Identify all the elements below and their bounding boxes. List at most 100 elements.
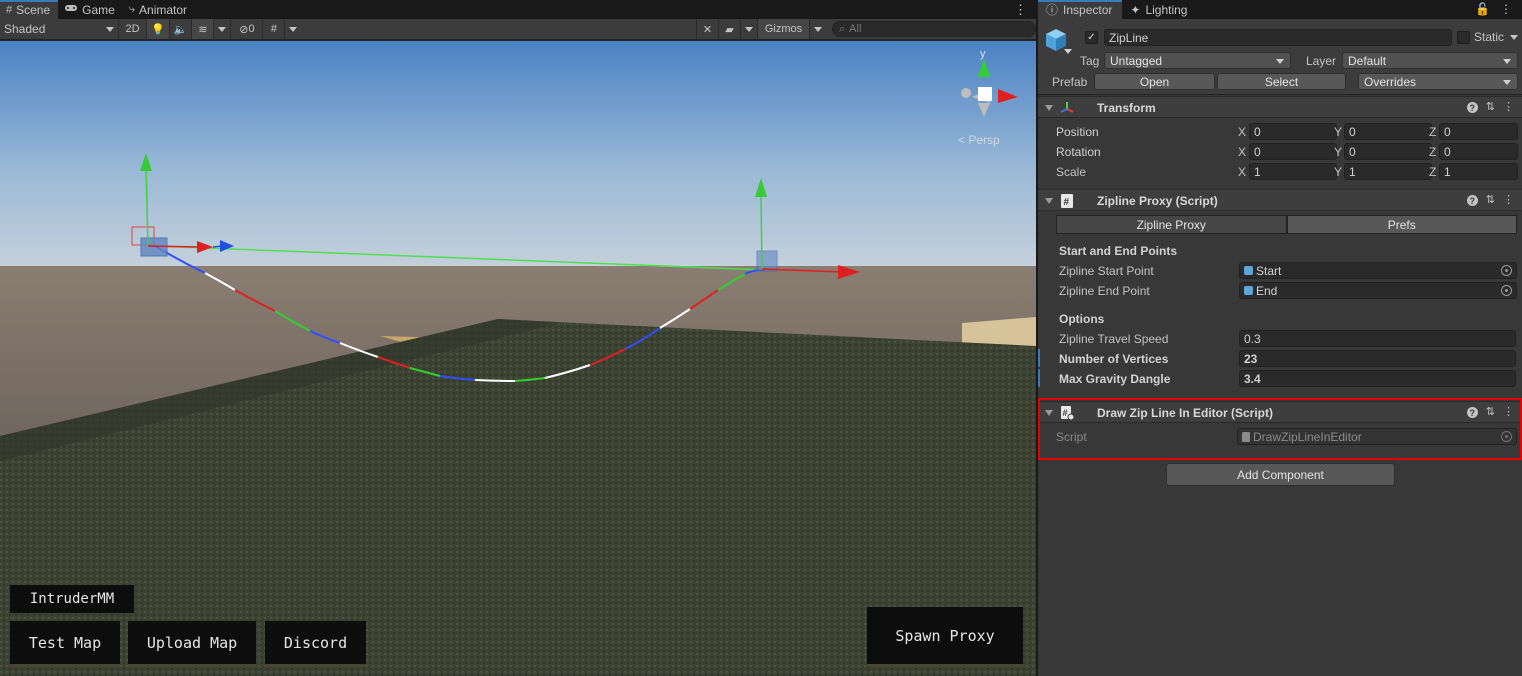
tab-animator[interactable]: ⤷ Animator bbox=[123, 0, 195, 19]
spawn-proxy-button[interactable]: Spawn Proxy bbox=[867, 607, 1023, 667]
help-icon[interactable]: ? bbox=[1466, 195, 1478, 206]
foldout-arrow-icon[interactable] bbox=[1045, 105, 1053, 111]
position-z-field[interactable]: 0 bbox=[1439, 123, 1518, 140]
gamepad-icon bbox=[64, 3, 78, 16]
static-checkbox[interactable] bbox=[1457, 31, 1470, 44]
effects-dropdown[interactable] bbox=[213, 19, 230, 39]
camera-dropdown[interactable] bbox=[740, 19, 757, 39]
presets-icon[interactable]: ⇅ bbox=[1486, 405, 1495, 418]
tab-game[interactable]: Game bbox=[58, 0, 123, 19]
discord-button[interactable]: Discord bbox=[265, 621, 366, 667]
rotation-x-field[interactable]: 0 bbox=[1249, 143, 1337, 160]
override-marker bbox=[1038, 369, 1040, 387]
eye-hidden-icon: ⊘ bbox=[239, 23, 249, 36]
draw-zipline-header[interactable]: # Draw Zip Line In Editor (Script) ? ⇅ ⋮ bbox=[1038, 401, 1522, 423]
tab-prefs[interactable]: Prefs bbox=[1286, 215, 1517, 234]
tab-lighting[interactable]: ✦ Lighting bbox=[1122, 0, 1197, 19]
grid-toggle-button[interactable]: # bbox=[262, 19, 284, 39]
kebab-menu-icon[interactable]: ⋮ bbox=[1503, 100, 1514, 113]
lightbulb-icon: 💡 bbox=[151, 23, 165, 36]
chevron-down-icon[interactable] bbox=[1064, 49, 1072, 54]
lock-icon[interactable]: 🔓 bbox=[1475, 2, 1490, 16]
object-name-field[interactable]: ZipLine bbox=[1104, 29, 1452, 46]
position-y-field[interactable]: 0 bbox=[1344, 123, 1432, 140]
zipline-end-field[interactable]: End bbox=[1239, 282, 1517, 299]
kebab-menu-icon[interactable]: ⋮ bbox=[1500, 2, 1512, 16]
help-icon[interactable]: ? bbox=[1466, 407, 1478, 418]
gizmos-dropdown[interactable] bbox=[809, 19, 826, 39]
zipline-start-field[interactable]: Start bbox=[1239, 262, 1517, 279]
chevron-down-icon bbox=[1503, 80, 1511, 85]
svg-text:#: # bbox=[1063, 408, 1068, 418]
2d-mode-button[interactable]: 2D bbox=[118, 19, 146, 39]
lighting-toggle-button[interactable]: 💡 bbox=[146, 19, 169, 39]
kebab-menu-icon[interactable]: ⋮ bbox=[1503, 405, 1514, 418]
effects-toggle-button[interactable]: ≋ bbox=[191, 19, 214, 39]
scale-label: Scale bbox=[1056, 165, 1087, 179]
inspector-window: ⓘ Inspector ✦ Lighting 🔓 ⋮ ✓ ZipLine Sta… bbox=[1037, 0, 1522, 676]
scale-z-field[interactable]: 1 bbox=[1439, 163, 1518, 180]
rotation-y-field[interactable]: 0 bbox=[1344, 143, 1432, 160]
help-icon[interactable]: ? bbox=[1466, 102, 1478, 113]
upload-map-button[interactable]: Upload Map bbox=[128, 621, 256, 667]
prefab-select-button[interactable]: Select bbox=[1217, 73, 1346, 90]
travel-speed-field[interactable]: 0.3 bbox=[1239, 330, 1516, 347]
scale-x-field[interactable]: 1 bbox=[1249, 163, 1337, 180]
intruder-button[interactable]: IntruderMM bbox=[10, 585, 134, 613]
layer-label: Layer bbox=[1306, 54, 1337, 68]
scene-window: # Scene Game ⤷ Animator ⋮ Shaded 2D 💡 🔈 … bbox=[0, 0, 1036, 676]
add-component-button[interactable]: Add Component bbox=[1166, 463, 1395, 486]
tab-zipline-proxy[interactable]: Zipline Proxy bbox=[1056, 215, 1287, 234]
chevron-down-icon[interactable] bbox=[1510, 35, 1518, 40]
grid-dropdown[interactable] bbox=[284, 19, 301, 39]
gravity-dangle-field[interactable]: 3.4 bbox=[1239, 370, 1516, 387]
transform-header[interactable]: Transform ? ⇅ ⋮ bbox=[1038, 96, 1522, 118]
scene-menu-kebab-icon[interactable]: ⋮ bbox=[1014, 2, 1027, 18]
tools-button[interactable]: ✕ bbox=[696, 19, 718, 39]
vertices-field[interactable]: 23 bbox=[1239, 350, 1516, 367]
script-icon: # bbox=[1061, 194, 1073, 208]
prefab-label: Prefab bbox=[1052, 75, 1088, 89]
scene-viewport[interactable]: y < Persp IntruderMM Test Map Upload Map… bbox=[0, 41, 1036, 676]
script-label: Script bbox=[1056, 430, 1087, 444]
camera-icon: ▰ bbox=[725, 23, 734, 36]
rotation-label: Rotation bbox=[1056, 145, 1101, 159]
layer-dropdown[interactable]: Default bbox=[1342, 52, 1518, 69]
shading-mode-dropdown[interactable]: Shaded bbox=[0, 19, 118, 40]
inspector-tab-bar: ⓘ Inspector ✦ Lighting 🔓 ⋮ bbox=[1038, 0, 1522, 19]
prefab-open-button[interactable]: Open bbox=[1094, 73, 1215, 90]
tag-dropdown[interactable]: Untagged bbox=[1104, 52, 1291, 69]
presets-icon[interactable]: ⇅ bbox=[1486, 193, 1495, 206]
orientation-label[interactable]: < Persp bbox=[958, 133, 1000, 147]
transform-icon bbox=[1060, 102, 1074, 113]
transform-title: Transform bbox=[1097, 101, 1156, 115]
zipline-start-label: Zipline Start Point bbox=[1059, 264, 1154, 278]
object-picker-icon[interactable] bbox=[1501, 265, 1512, 276]
info-icon: ⓘ bbox=[1046, 3, 1059, 17]
tab-scene[interactable]: # Scene bbox=[0, 0, 59, 19]
presets-icon[interactable]: ⇅ bbox=[1486, 100, 1495, 113]
layers-icon: ≋ bbox=[198, 23, 208, 36]
foldout-arrow-icon[interactable] bbox=[1045, 198, 1053, 204]
hidden-objects-button[interactable]: ⊘ 0 bbox=[230, 19, 262, 39]
test-map-button[interactable]: Test Map bbox=[10, 621, 120, 667]
kebab-menu-icon[interactable]: ⋮ bbox=[1503, 193, 1514, 206]
audio-toggle-button[interactable]: 🔈 bbox=[168, 19, 192, 39]
tab-inspector[interactable]: ⓘ Inspector bbox=[1038, 0, 1123, 19]
chevron-down-icon bbox=[218, 26, 227, 32]
position-x-field[interactable]: 0 bbox=[1249, 123, 1337, 140]
vertices-label: Number of Vertices bbox=[1059, 352, 1169, 366]
scene-search-input[interactable]: ⌕ All bbox=[832, 21, 1036, 37]
zipline-proxy-header[interactable]: # Zipline Proxy (Script) ? ⇅ ⋮ bbox=[1038, 189, 1522, 211]
rotation-z-field[interactable]: 0 bbox=[1439, 143, 1518, 160]
prefab-overrides-dropdown[interactable]: Overrides bbox=[1358, 73, 1518, 90]
gizmos-button[interactable]: Gizmos bbox=[757, 19, 809, 39]
camera-button[interactable]: ▰ bbox=[718, 19, 740, 39]
animator-icon: ⤷ bbox=[128, 3, 136, 15]
chevron-down-icon bbox=[745, 26, 753, 32]
active-checkbox[interactable]: ✓ bbox=[1085, 31, 1098, 44]
scale-y-field[interactable]: 1 bbox=[1344, 163, 1432, 180]
object-picker-icon[interactable] bbox=[1501, 285, 1512, 296]
foldout-arrow-icon[interactable] bbox=[1045, 410, 1053, 416]
zipline-end-label: Zipline End Point bbox=[1059, 284, 1150, 298]
